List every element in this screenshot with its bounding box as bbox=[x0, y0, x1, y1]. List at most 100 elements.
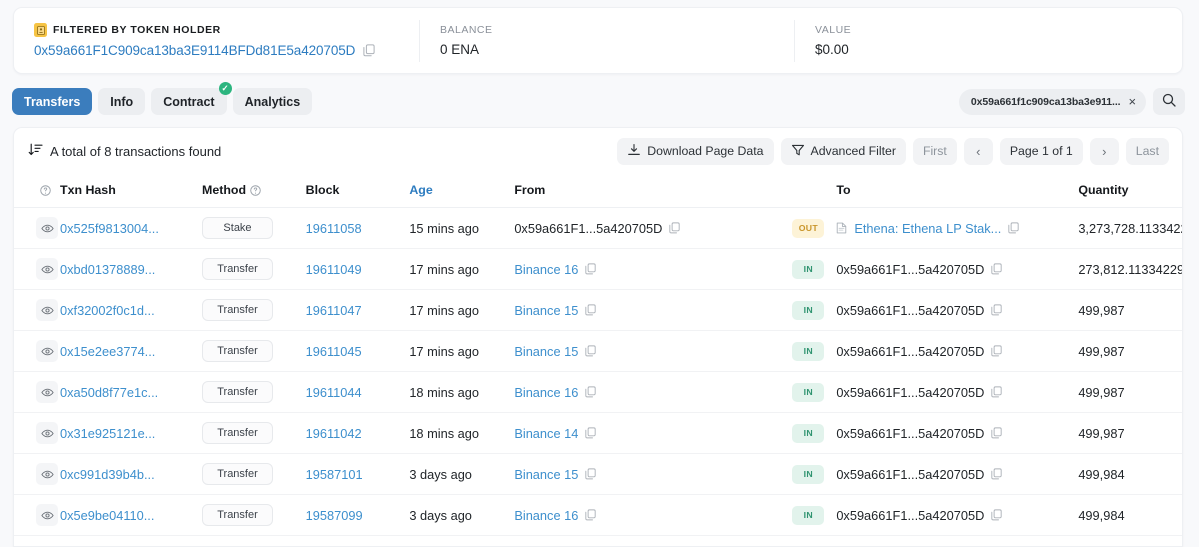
copy-icon[interactable] bbox=[585, 468, 596, 480]
copy-icon[interactable] bbox=[991, 263, 1002, 275]
table-row: 0x5e9be04110... Transfer 19587099 3 days ag… bbox=[14, 494, 1182, 536]
method-badge[interactable]: Transfer bbox=[202, 504, 273, 526]
tab-list: Transfers Info Contract ✓ Analytics bbox=[12, 82, 313, 115]
pagination-prev-button[interactable]: ‹ bbox=[963, 137, 993, 165]
column-header-age[interactable]: Age bbox=[409, 174, 515, 208]
view-row-button[interactable] bbox=[36, 463, 58, 485]
row-block-cell: 19611045 bbox=[305, 330, 410, 372]
method-badge[interactable]: Transfer bbox=[202, 422, 273, 444]
txn-hash-link[interactable]: 0x15e2ee3774... bbox=[60, 344, 155, 359]
from-address-link[interactable]: Binance 15 bbox=[514, 303, 578, 318]
from-address-link[interactable]: Binance 16 bbox=[514, 385, 578, 400]
view-row-button[interactable] bbox=[36, 422, 58, 444]
method-badge[interactable]: Transfer bbox=[202, 258, 273, 280]
tab-transfers[interactable]: Transfers bbox=[12, 88, 93, 115]
to-address-link[interactable]: Ethena: Ethena LP Stak... bbox=[854, 221, 1001, 236]
txn-hash-link[interactable]: 0xf32002f0c1d... bbox=[60, 303, 155, 318]
copy-icon[interactable] bbox=[669, 222, 680, 234]
copy-icon[interactable] bbox=[991, 345, 1002, 357]
txn-hash-link[interactable]: 0xc991d39b4b... bbox=[60, 467, 155, 482]
tab-contract[interactable]: Contract ✓ bbox=[151, 82, 232, 115]
method-badge[interactable]: Transfer bbox=[202, 381, 273, 403]
filtered-by-token-holder-block: FILTERED BY TOKEN HOLDER 0x59a661F1C909c… bbox=[14, 20, 419, 62]
pagination-last-button[interactable]: Last bbox=[1125, 137, 1169, 165]
age-text: 18 mins ago bbox=[409, 425, 480, 441]
copy-icon[interactable] bbox=[585, 263, 596, 275]
row-quantity-cell: 499,987 bbox=[1078, 371, 1182, 413]
eye-icon bbox=[40, 306, 54, 314]
view-row-button[interactable] bbox=[36, 258, 58, 280]
method-badge[interactable]: Transfer bbox=[202, 463, 273, 485]
row-direction-cell: IN bbox=[792, 289, 837, 331]
table-row: 0xa50d8f77e1c... Transfer 19611044 18 mins … bbox=[14, 371, 1182, 413]
block-number-link[interactable]: 19611047 bbox=[306, 303, 362, 318]
method-badge[interactable]: Transfer bbox=[202, 340, 273, 362]
column-header-method: Method bbox=[202, 174, 306, 208]
copy-icon[interactable] bbox=[585, 427, 596, 439]
block-number-link[interactable]: 19611058 bbox=[306, 221, 362, 236]
copy-icon[interactable] bbox=[585, 386, 596, 398]
to-address-text: 0x59a661F1...5a420705D bbox=[836, 261, 985, 277]
advanced-filter-label: Advanced Filter bbox=[810, 144, 896, 158]
txn-hash-link[interactable]: 0xa50d8f77e1c... bbox=[60, 385, 158, 400]
token-holder-address-link[interactable]: 0x59a661F1C909ca13ba3E9114BFDd81E5a42070… bbox=[34, 43, 355, 58]
copy-icon[interactable] bbox=[991, 427, 1002, 439]
row-to-cell: 0x59a661F1...5a420705D bbox=[836, 330, 1079, 372]
copy-icon[interactable] bbox=[991, 304, 1002, 316]
from-address-link[interactable]: Binance 16 bbox=[514, 262, 578, 277]
help-circle-icon[interactable] bbox=[250, 185, 261, 196]
method-badge[interactable]: Transfer bbox=[202, 299, 273, 321]
txn-hash-link[interactable]: 0x5e9be04110... bbox=[60, 508, 154, 523]
quantity-text: 499,984 bbox=[1078, 466, 1125, 482]
from-address-link[interactable]: Binance 15 bbox=[514, 467, 578, 482]
row-direction-cell: OUT bbox=[792, 207, 837, 249]
pagination-next-button[interactable]: › bbox=[1089, 137, 1119, 165]
download-page-data-button[interactable]: Download Page Data bbox=[617, 137, 774, 165]
copy-icon[interactable] bbox=[363, 44, 375, 57]
token-badge-icon bbox=[34, 23, 47, 37]
block-number-link[interactable]: 19611042 bbox=[306, 426, 362, 441]
from-address-link[interactable]: Binance 15 bbox=[514, 344, 578, 359]
block-number-link[interactable]: 19587099 bbox=[306, 508, 363, 523]
block-number-link[interactable]: 19611049 bbox=[306, 262, 362, 277]
txn-hash-link[interactable]: 0x525f9813004... bbox=[60, 221, 159, 236]
view-row-button[interactable] bbox=[36, 340, 58, 362]
copy-icon[interactable] bbox=[585, 304, 596, 316]
row-block-cell: 19611058 bbox=[305, 207, 410, 249]
view-row-button[interactable] bbox=[36, 381, 58, 403]
row-from-cell: Binance 15 bbox=[514, 330, 793, 372]
help-circle-icon[interactable] bbox=[40, 185, 51, 196]
copy-icon[interactable] bbox=[991, 386, 1002, 398]
tab-info[interactable]: Info bbox=[98, 88, 146, 115]
row-method-cell: Stake bbox=[202, 207, 306, 249]
copy-icon[interactable] bbox=[1008, 222, 1019, 234]
view-row-button[interactable] bbox=[36, 217, 58, 239]
view-row-button[interactable] bbox=[36, 504, 58, 526]
close-icon[interactable]: × bbox=[1127, 95, 1139, 108]
from-address-link[interactable]: Binance 16 bbox=[514, 508, 578, 523]
table-row: 0x15e2ee3774... Transfer 19611045 17 mins a… bbox=[14, 330, 1182, 372]
txn-hash-link[interactable]: 0xbd01378889... bbox=[60, 262, 155, 277]
download-page-data-label: Download Page Data bbox=[647, 144, 764, 158]
copy-icon[interactable] bbox=[991, 509, 1002, 521]
direction-badge: IN bbox=[792, 382, 825, 402]
row-txn-hash-cell: 0x31e925121e... bbox=[60, 412, 202, 454]
copy-icon[interactable] bbox=[585, 345, 596, 357]
block-number-link[interactable]: 19587101 bbox=[306, 467, 363, 482]
search-filter-chip[interactable]: 0x59a661f1c909ca13ba3e911... × bbox=[958, 88, 1146, 115]
search-icon bbox=[1162, 93, 1176, 110]
sort-descending-icon[interactable] bbox=[28, 142, 43, 160]
method-badge[interactable]: Stake bbox=[202, 217, 273, 239]
block-number-link[interactable]: 19611044 bbox=[306, 385, 362, 400]
txn-hash-link[interactable]: 0x31e925121e... bbox=[60, 426, 155, 441]
tab-analytics[interactable]: Analytics bbox=[232, 88, 313, 115]
view-row-button[interactable] bbox=[36, 299, 58, 321]
search-button[interactable] bbox=[1153, 88, 1185, 115]
block-number-link[interactable]: 19611045 bbox=[306, 344, 362, 359]
copy-icon[interactable] bbox=[585, 509, 596, 521]
filter-summary-card: FILTERED BY TOKEN HOLDER 0x59a661F1C909c… bbox=[13, 7, 1183, 74]
pagination-first-button[interactable]: First bbox=[912, 137, 957, 165]
from-address-link[interactable]: Binance 14 bbox=[514, 426, 578, 441]
copy-icon[interactable] bbox=[991, 468, 1002, 480]
advanced-filter-button[interactable]: Advanced Filter bbox=[780, 137, 906, 165]
